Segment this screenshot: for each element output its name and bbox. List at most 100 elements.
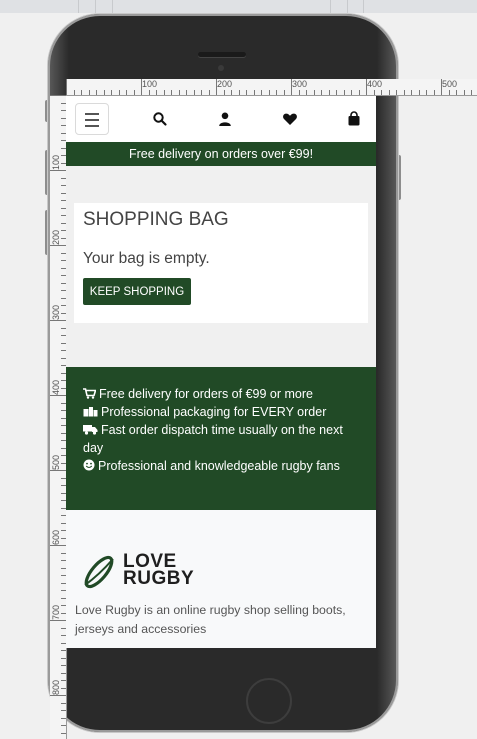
ruler-tick bbox=[471, 90, 472, 95]
ruler-tick bbox=[276, 90, 277, 95]
ruler-label: 200 bbox=[217, 79, 233, 89]
ruler-tick bbox=[448, 90, 450, 95]
smile-icon bbox=[83, 459, 95, 471]
ruler-tick bbox=[208, 90, 210, 95]
ruler-tick bbox=[343, 90, 345, 95]
ruler-tick bbox=[441, 79, 442, 95]
top-bar-divider bbox=[112, 0, 113, 13]
ruler-tick bbox=[61, 710, 66, 711]
ruler-tick bbox=[186, 90, 187, 95]
ruler-tick bbox=[201, 90, 202, 95]
feature-text: Free delivery for orders of €99 or more bbox=[99, 387, 313, 401]
ruler-tick bbox=[238, 90, 240, 95]
logo-text: LOVE RUGBY bbox=[123, 552, 195, 589]
menu-icon-bar bbox=[85, 119, 99, 121]
search-icon[interactable] bbox=[152, 111, 168, 127]
ruler-tick bbox=[50, 95, 66, 96]
ruler-tick bbox=[61, 702, 66, 704]
ruler-tick bbox=[328, 90, 330, 95]
ruler-tick bbox=[433, 90, 435, 95]
ruler-tick bbox=[61, 665, 66, 666]
ruler-tick bbox=[50, 395, 66, 396]
ruler-tick bbox=[268, 90, 270, 95]
ruler-tick bbox=[81, 90, 82, 95]
ruler-tick bbox=[61, 680, 66, 681]
ruler-tick bbox=[388, 90, 390, 95]
brand-logo[interactable]: LOVE RUGBY bbox=[79, 552, 219, 601]
ruler-tick bbox=[366, 79, 367, 95]
features-list: Free delivery for orders of €99 or more … bbox=[66, 367, 376, 475]
ruler-tick bbox=[61, 717, 66, 719]
ruler-label: 100 bbox=[142, 79, 158, 89]
shopping-bag-card: SHOPPING BAG Your bag is empty. KEEP SHO… bbox=[74, 203, 368, 323]
ruler-tick bbox=[133, 90, 135, 95]
ruler-tick bbox=[88, 90, 90, 95]
menu-icon-bar bbox=[85, 125, 99, 127]
ruler-tick bbox=[463, 90, 465, 95]
user-icon[interactable] bbox=[217, 111, 233, 127]
ruler-tick bbox=[223, 90, 225, 95]
ruler-tick bbox=[261, 90, 262, 95]
delivery-banner: Free delivery on orders over €99! bbox=[66, 142, 376, 166]
ruler-tick bbox=[50, 245, 66, 246]
browser-top-bar bbox=[0, 0, 477, 13]
menu-toggle-button[interactable] bbox=[75, 103, 109, 135]
list-item: Fast order dispatch time usually on the … bbox=[83, 421, 366, 457]
feature-text: Professional and knowledgeable rugby fan… bbox=[98, 459, 340, 473]
ruler-tick bbox=[313, 90, 315, 95]
ruler-tick bbox=[96, 90, 97, 95]
phone-screen: Free delivery on orders over €99! SHOPPI… bbox=[66, 96, 376, 648]
ruler-tick bbox=[336, 90, 337, 95]
heart-icon[interactable] bbox=[282, 111, 298, 127]
cart-icon bbox=[83, 388, 97, 399]
ruler-tick bbox=[111, 90, 112, 95]
ruler-tick bbox=[163, 90, 165, 95]
ruler-tick bbox=[61, 650, 66, 651]
ruler-tick bbox=[246, 90, 247, 95]
ruler-tick bbox=[148, 90, 150, 95]
ruler-tick bbox=[50, 170, 66, 171]
phone-home-button[interactable] bbox=[246, 678, 292, 724]
ruler-label: 500 bbox=[51, 454, 61, 470]
ruler-label: 400 bbox=[51, 379, 61, 395]
ruler-tick bbox=[216, 79, 217, 95]
top-bar-divider bbox=[78, 0, 79, 13]
ruler-tick bbox=[298, 90, 300, 95]
ruler-tick bbox=[381, 90, 382, 95]
ruler-tick bbox=[50, 545, 66, 546]
ruler-tick bbox=[396, 90, 397, 95]
ruler-tick bbox=[291, 79, 292, 95]
page-title: SHOPPING BAG bbox=[83, 209, 229, 230]
ruler-label: 500 bbox=[442, 79, 458, 89]
ruler-tick bbox=[73, 90, 75, 95]
ruler-tick bbox=[156, 90, 157, 95]
ruler-tick bbox=[61, 687, 66, 689]
rugby-ball-logo-icon bbox=[84, 555, 114, 589]
keep-shopping-button[interactable]: KEEP SHOPPING bbox=[83, 278, 191, 305]
ruler-tick bbox=[118, 90, 120, 95]
logo-line-2: RUGBY bbox=[123, 568, 195, 589]
ruler-tick bbox=[66, 79, 67, 95]
phone-speaker bbox=[198, 52, 246, 57]
ruler-tick bbox=[61, 672, 66, 674]
ruler-tick bbox=[403, 90, 405, 95]
ruler-tick bbox=[50, 695, 66, 696]
ruler-label: 100 bbox=[51, 154, 61, 170]
top-bar-divider bbox=[347, 0, 348, 13]
list-item: Professional packaging for EVERY order bbox=[83, 403, 366, 421]
top-bar-divider bbox=[330, 0, 331, 13]
ruler-tick bbox=[253, 90, 255, 95]
ruler-tick bbox=[351, 90, 352, 95]
ruler-label: 800 bbox=[51, 679, 61, 695]
phone-camera bbox=[218, 65, 224, 71]
vertical-ruler: 100 200 300 400 500 600 700 800 bbox=[50, 95, 67, 739]
ruler-label: 600 bbox=[51, 529, 61, 545]
menu-icon-bar bbox=[85, 113, 99, 115]
shopping-bag-icon[interactable] bbox=[346, 111, 362, 127]
horizontal-ruler: 100 200 300 400 500 bbox=[66, 79, 477, 96]
ruler-tick bbox=[171, 90, 172, 95]
ruler-tick bbox=[283, 90, 285, 95]
ruler-tick bbox=[411, 90, 412, 95]
features-section: Free delivery for orders of €99 or more … bbox=[66, 367, 376, 510]
empty-bag-message: Your bag is empty. bbox=[83, 250, 210, 267]
